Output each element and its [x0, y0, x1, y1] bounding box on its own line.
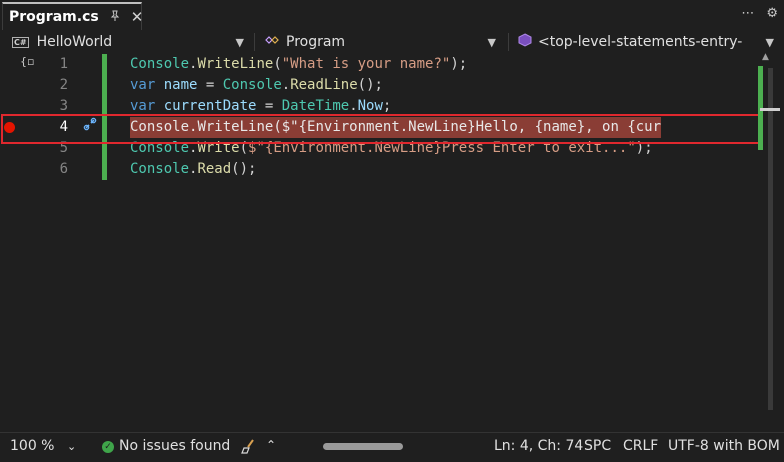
line-endings-indicator[interactable]: CRLF	[623, 438, 658, 454]
chevron-down-icon: ▼	[235, 35, 244, 49]
member-dropdown[interactable]: <top-level-statements-entry- ▼	[518, 31, 780, 53]
scroll-up-icon[interactable]: ▲	[762, 52, 769, 62]
line-number: 1	[59, 56, 68, 72]
pin-icon[interactable]	[109, 10, 121, 25]
gear-icon[interactable]: ⚙	[766, 6, 778, 21]
line-number: 6	[59, 161, 68, 177]
tab-program-cs[interactable]: Program.cs ✕	[2, 2, 144, 30]
type-dropdown[interactable]: Program ▼	[264, 31, 500, 53]
code-editor[interactable]: {▫ 1 Console.WriteLine("What is your name…	[0, 54, 784, 432]
type-name: Program	[286, 34, 346, 50]
whitespace-indicator[interactable]: SPC	[584, 438, 611, 454]
check-icon: ✓	[102, 441, 114, 453]
csharp-project-icon: C#	[12, 36, 29, 48]
horizontal-scrollbar[interactable]	[323, 443, 403, 450]
tab-title: Program.cs	[9, 9, 99, 25]
code-line[interactable]: 6 Console.Read();	[0, 159, 784, 180]
member-name: <top-level-statements-entry-	[538, 34, 743, 50]
zoom-dropdown[interactable]: 100 % ⌄	[10, 438, 76, 454]
scrollbar-caret-marker	[760, 108, 780, 111]
code-text: Console.Read();	[130, 161, 257, 177]
issues-text: No issues found	[119, 438, 231, 454]
chevron-down-icon: ▼	[487, 35, 496, 49]
code-cleanup-icon[interactable]	[241, 438, 257, 458]
code-text: Console.WriteLine("What is your name?");	[130, 56, 468, 72]
zoom-level: 100 %	[10, 438, 55, 454]
close-icon[interactable]: ✕	[131, 8, 144, 26]
more-options-icon[interactable]: ⋯	[741, 6, 754, 21]
code-line[interactable]: 1 Console.WriteLine("What is your name?")…	[0, 54, 784, 75]
highlighted-line-outline	[1, 114, 763, 144]
cursor-position[interactable]: Ln: 4, Ch: 74	[494, 438, 583, 454]
project-dropdown[interactable]: C# HelloWorld ▼	[12, 31, 248, 53]
issues-indicator[interactable]: ✓ No issues found	[102, 438, 230, 454]
class-icon	[264, 34, 280, 50]
status-bar: 100 % ⌄ ✓ No issues found ⌃ Ln: 4, Ch: 74…	[0, 433, 784, 462]
chevron-down-icon: ⌄	[66, 440, 77, 453]
vertical-scrollbar[interactable]	[768, 68, 773, 410]
code-text: var name = Console.ReadLine();	[130, 77, 383, 93]
navigation-bar: C# HelloWorld ▼ Program ▼ <top-level-sta…	[0, 30, 784, 54]
encoding-indicator[interactable]: UTF-8 with BOM	[668, 438, 780, 454]
chevron-up-icon[interactable]: ⌃	[266, 438, 276, 452]
chevron-down-icon: ▼	[765, 35, 774, 49]
project-name: HelloWorld	[36, 34, 113, 50]
tab-strip: Program.cs ✕ ⋯ ⚙	[0, 0, 784, 30]
code-line[interactable]: 2 var name = Console.ReadLine();	[0, 75, 784, 96]
line-number: 2	[59, 77, 68, 93]
method-icon	[518, 33, 532, 51]
